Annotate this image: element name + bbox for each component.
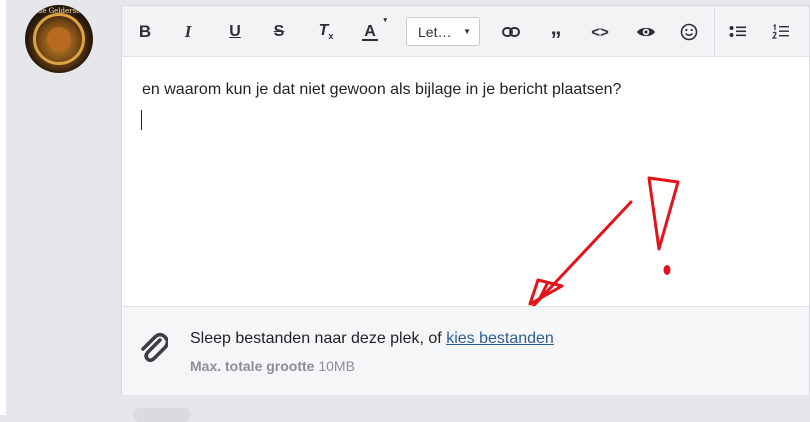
max-size-info: Max. totale grootte 10MB	[190, 358, 355, 374]
arrow-shaft	[531, 200, 633, 306]
clear-format-button[interactable]: Tx	[315, 20, 337, 44]
italic-icon: I	[184, 22, 192, 41]
underline-icon: U	[229, 23, 241, 40]
text-cursor	[141, 110, 142, 130]
choose-files-link[interactable]: kies bestanden	[446, 330, 554, 347]
attachment-prompt: Sleep bestanden naar deze plek, of	[190, 330, 447, 347]
left-margin	[0, 0, 6, 415]
quote-icon: ”	[550, 27, 562, 52]
link-icon	[502, 27, 520, 37]
quote-button[interactable]: ”	[545, 20, 567, 52]
emoji-button[interactable]	[678, 20, 700, 44]
bulleted-list-button[interactable]	[727, 20, 749, 44]
font-select[interactable]: Let… ▼	[406, 17, 480, 46]
code-button[interactable]: <>	[589, 20, 611, 44]
paperclip-icon	[141, 332, 168, 363]
attachment-instructions: Sleep bestanden naar deze plek, of kies …	[190, 330, 554, 348]
clear-format-icon: Tx	[318, 22, 334, 42]
numbered-list-icon	[772, 24, 789, 39]
max-size-value: 10MB	[318, 358, 355, 374]
editor-text[interactable]: en waarom kun je dat niet gewoon als bij…	[142, 81, 621, 99]
bold-icon: B	[138, 22, 152, 41]
insert-link-button[interactable]	[500, 20, 522, 44]
text-color-button[interactable]: A ▾	[359, 17, 387, 44]
avatar-emblem	[47, 27, 71, 51]
exclamation-mark	[647, 176, 680, 251]
bulleted-list-icon	[729, 26, 746, 37]
arrowhead-mark	[538, 282, 549, 300]
font-select-value: Let…	[418, 23, 452, 40]
italic-button[interactable]: I	[179, 20, 197, 44]
numbered-list-button[interactable]	[770, 20, 792, 44]
chevron-down-icon: ▼	[463, 27, 471, 36]
next-button-partial[interactable]	[133, 408, 191, 422]
arrowhead	[528, 278, 564, 306]
avatar[interactable]: de Gelderse	[25, 5, 93, 73]
preview-button[interactable]	[634, 20, 658, 44]
avatar-text: de Gelderse	[37, 7, 81, 15]
text-color-bar	[362, 39, 378, 41]
underline-button[interactable]: U	[226, 20, 244, 44]
max-size-label: Max. totale grootte	[190, 358, 315, 374]
bold-button[interactable]: B	[136, 20, 154, 44]
smiley-icon	[680, 23, 698, 41]
exclamation-dot	[663, 265, 671, 275]
eye-icon	[637, 27, 655, 37]
attachment-dropzone[interactable]: Sleep bestanden naar deze plek, of kies …	[122, 306, 809, 395]
toolbar-divider	[714, 6, 715, 56]
message-editor: B I U S Tx A ▾ Let… ▼ ” <> en waarom kun…	[121, 5, 810, 395]
editor-toolbar: B I U S Tx A ▾ Let… ▼ ” <>	[122, 6, 809, 57]
strikethrough-button[interactable]: S	[270, 20, 288, 44]
strikethrough-icon: S	[273, 23, 285, 40]
caret-down-icon: ▾	[383, 17, 387, 24]
code-icon: <>	[591, 23, 609, 41]
